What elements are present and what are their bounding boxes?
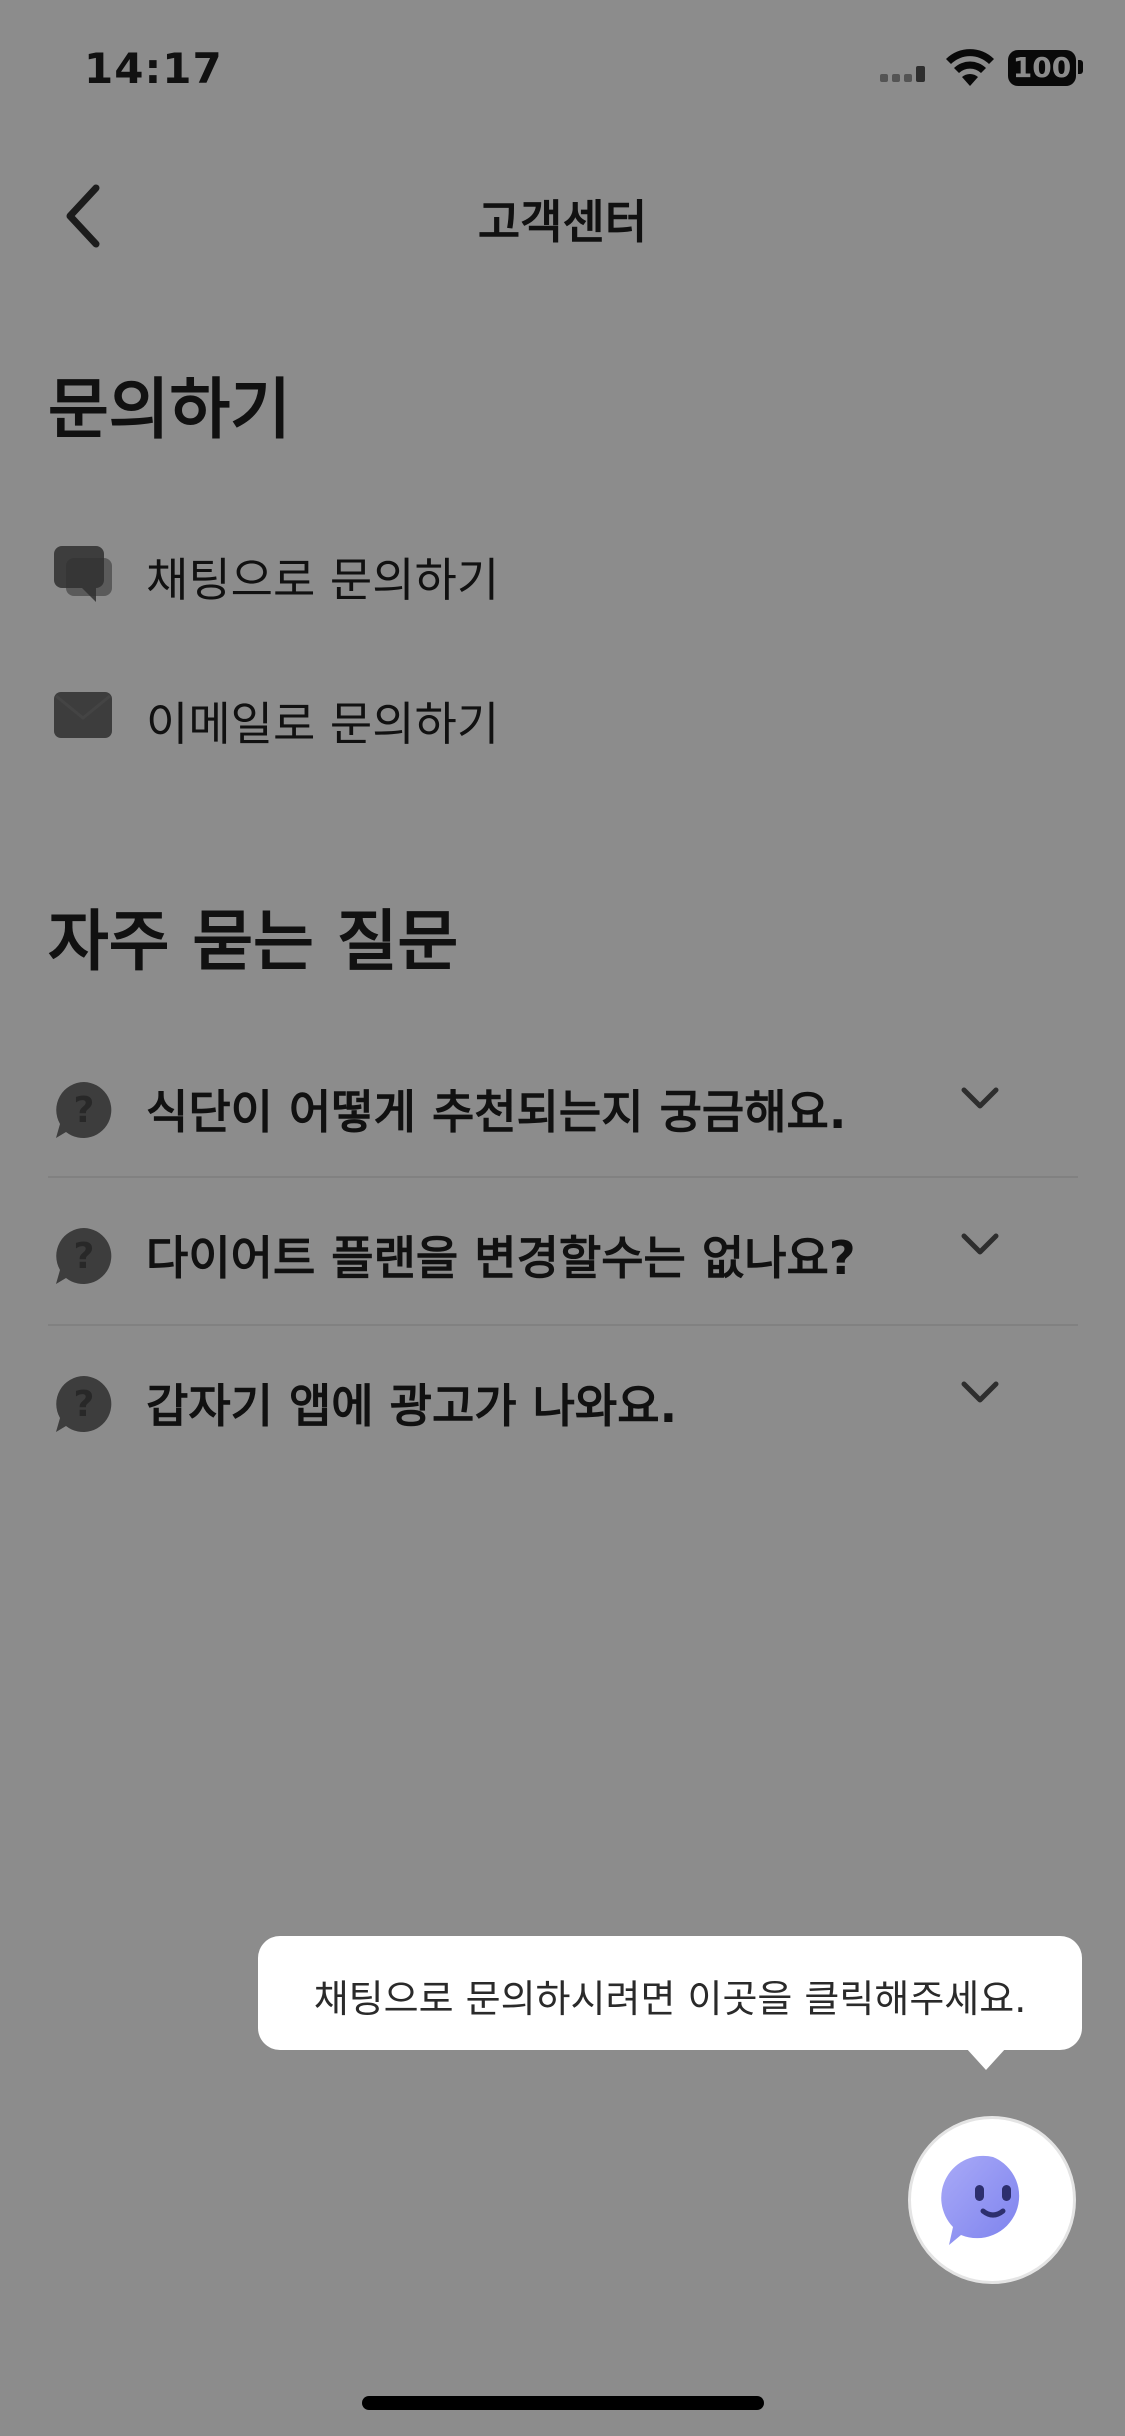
chatbot-button[interactable] bbox=[908, 2116, 1076, 2284]
dim-overlay[interactable] bbox=[0, 0, 1125, 2436]
tooltip-tail bbox=[966, 2048, 1006, 2070]
tooltip-text: 채팅으로 문의하시려면 이곳을 클릭해주세요. bbox=[313, 1977, 1027, 2021]
chat-tooltip: 채팅으로 문의하시려면 이곳을 클릭해주세요. bbox=[258, 1936, 1082, 2050]
home-indicator bbox=[362, 2396, 764, 2410]
chatbot-face-icon bbox=[941, 2155, 1020, 2245]
